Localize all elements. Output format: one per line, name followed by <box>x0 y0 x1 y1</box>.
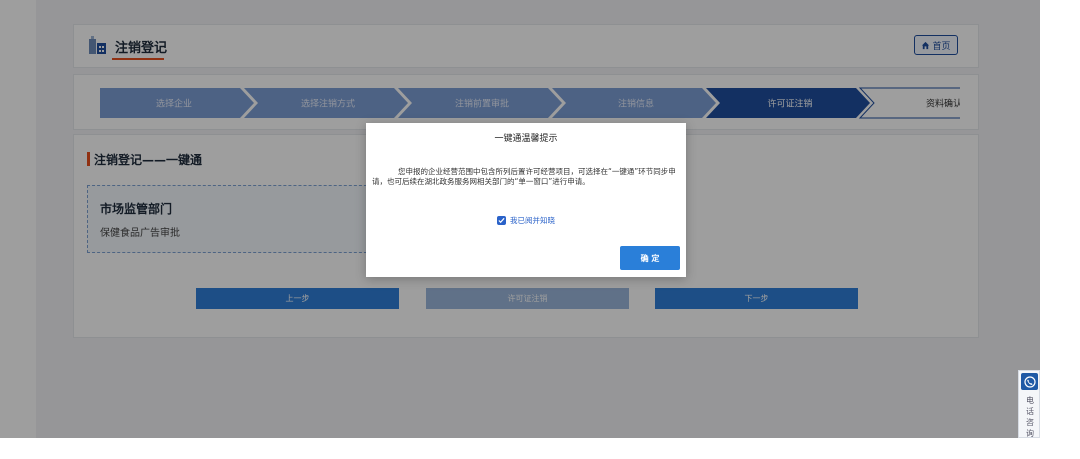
dialog-message: 您申报的企业经营范围中包含所列后置许可经营项目，可选择在“一键通”环节同步申请，… <box>372 167 676 186</box>
tip-dialog: 一键通温馨提示 您申报的企业经营范围中包含所列后置许可经营项目，可选择在“一键通… <box>366 123 686 277</box>
agree-checkbox[interactable] <box>497 216 506 225</box>
phone-consult-label: 电话咨询 <box>1026 396 1034 438</box>
agree-checkbox-row[interactable]: 我已阅并知晓 <box>366 215 686 226</box>
dialog-title: 一键通温馨提示 <box>494 134 558 144</box>
phone-consult-widget[interactable]: 电话咨询 <box>1018 370 1040 438</box>
agree-label: 我已阅并知晓 <box>510 216 555 225</box>
confirm-button[interactable]: 确 定 <box>620 246 680 270</box>
phone-icon <box>1021 373 1038 390</box>
page-viewport: 注销登记 首页 选择企业 选择注销方式 注销前置审批 注销信息 许可证注销 资料确认 注销… <box>0 0 1040 438</box>
check-icon <box>498 217 505 224</box>
